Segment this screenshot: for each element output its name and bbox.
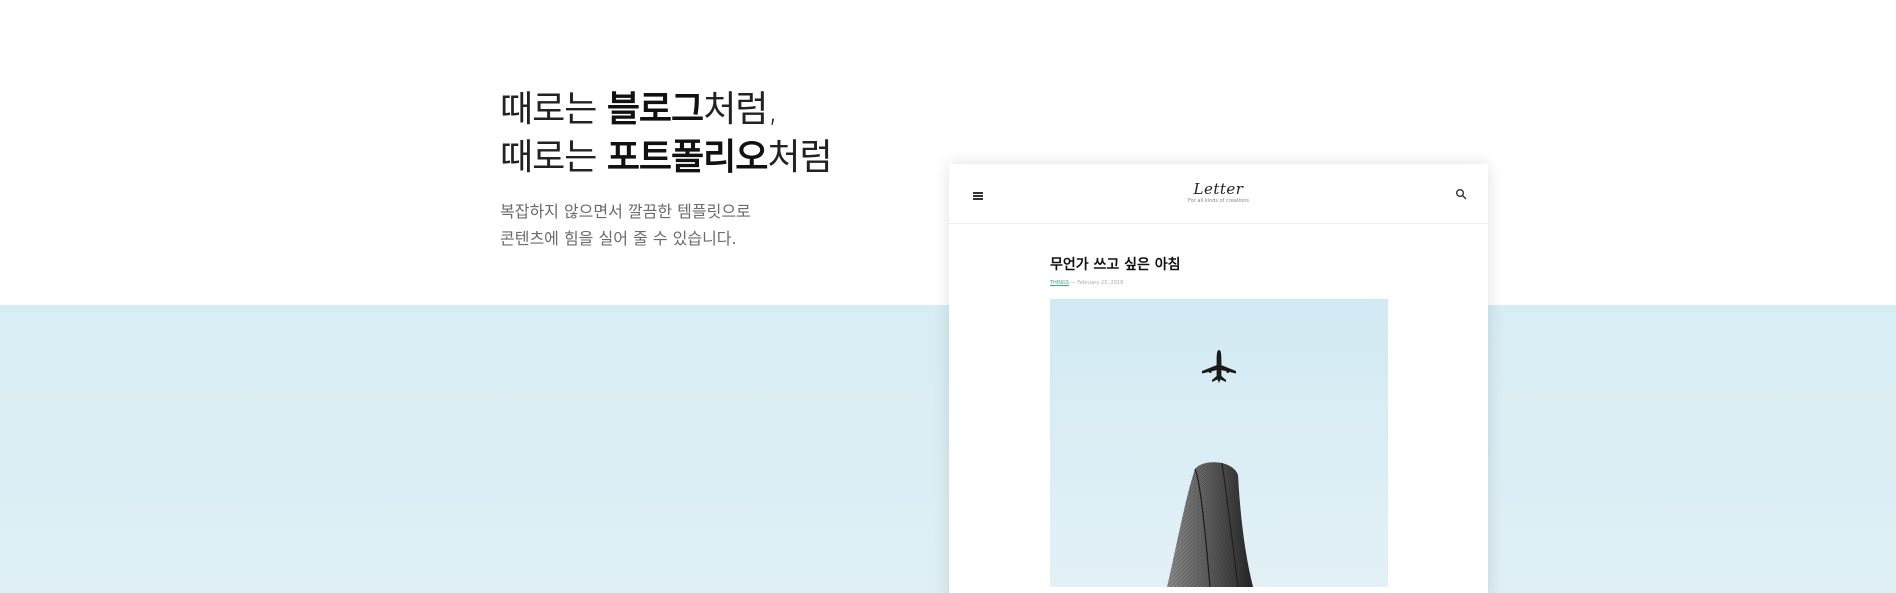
post-meta: THINGS — February 25, 2018 xyxy=(1050,280,1124,286)
post-featured-image[interactable] xyxy=(1050,299,1388,587)
template-preview-mockup: Letter For all kinds of creations 무언가 쓰고… xyxy=(949,164,1488,593)
brand-tagline: For all kinds of creations xyxy=(1187,198,1250,204)
post-card[interactable]: 무언가 쓰고 싶은 아침 THINGS — February 25, 2018 xyxy=(1050,256,1388,587)
post-category-link[interactable]: THINGS xyxy=(1050,280,1069,286)
post-title[interactable]: 무언가 쓰고 싶은 아침 xyxy=(1050,256,1388,274)
preview-header: Letter For all kinds of creations xyxy=(949,164,1488,224)
hero-description: 복잡하지 않으면서 깔끔한 템플릿으로 콘텐츠에 힘을 실어 줄 수 있습니다. xyxy=(500,202,751,248)
brand-logo[interactable]: Letter xyxy=(949,180,1488,198)
background-band xyxy=(0,305,1896,593)
post-date: February 25, 2018 xyxy=(1077,280,1124,286)
hero-section: 때로는 블로그처럼, 때로는 포트폴리오처럼 복잡하지 않으면서 깔끔한 템플릿… xyxy=(500,86,920,252)
hero-headline-line2: 때로는 포트폴리오처럼 xyxy=(500,137,833,178)
skyscraper-image xyxy=(1167,462,1253,587)
hero-headline-line1: 때로는 블로그처럼, xyxy=(500,89,779,130)
airplane-icon xyxy=(1202,350,1236,383)
search-icon[interactable] xyxy=(1455,188,1467,200)
brand: Letter For all kinds of creations xyxy=(949,180,1488,205)
